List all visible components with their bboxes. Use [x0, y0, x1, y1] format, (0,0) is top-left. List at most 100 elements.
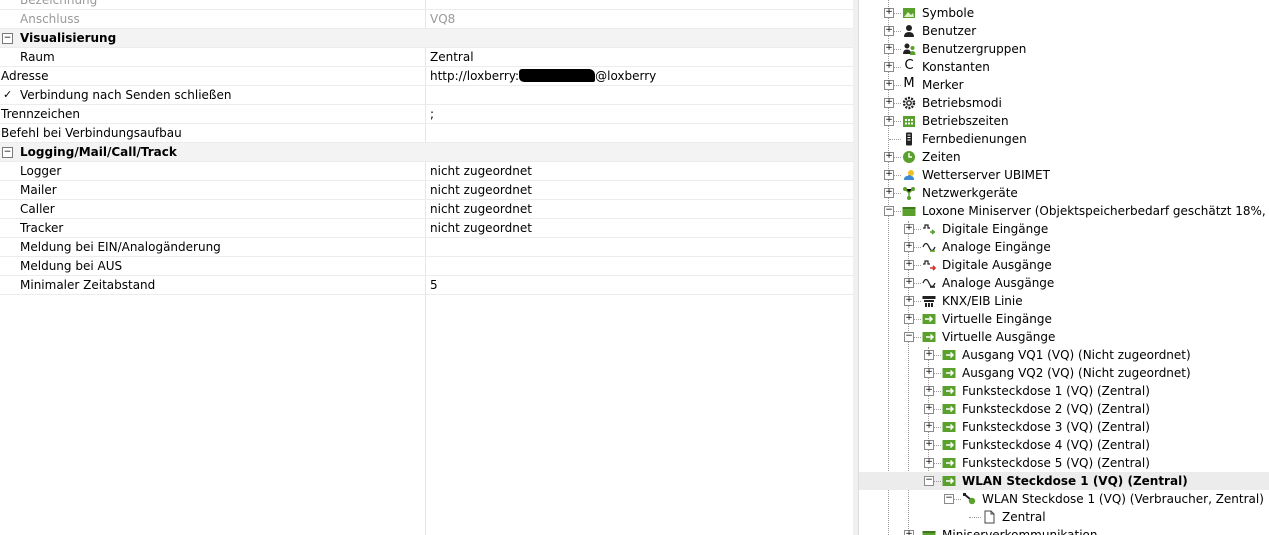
property-row[interactable]: Meldung bei EIN/Analogänderung [0, 238, 853, 257]
expand-icon[interactable]: + [884, 116, 894, 126]
virtual-output-icon [942, 438, 956, 452]
tree-item-label: Ausgang VQ1 (VQ) (Nicht zugeordnet) [962, 348, 1191, 362]
property-row[interactable]: Tracker nicht zugeordnet [0, 219, 853, 238]
property-value-text: VQ8 [430, 12, 456, 26]
property-value[interactable]: ; [430, 107, 434, 121]
expand-icon[interactable]: + [884, 62, 894, 72]
tree-item-label: Virtuelle Ausgänge [942, 330, 1056, 344]
expand-icon[interactable]: + [884, 188, 894, 198]
collapse-icon[interactable]: − [2, 147, 13, 158]
checkmark-icon[interactable]: ✓ [3, 88, 12, 101]
tree-item-label: Benutzer [922, 24, 977, 38]
expand-icon[interactable]: + [884, 98, 894, 108]
virtual-output-icon [942, 420, 956, 434]
calendar-icon [902, 114, 916, 128]
expand-icon[interactable]: + [884, 170, 894, 180]
expand-icon[interactable]: + [884, 44, 894, 54]
tree-item-label: Zentral [1002, 510, 1046, 524]
expand-icon[interactable]: + [884, 152, 894, 162]
property-name: Trennzeichen [1, 107, 81, 121]
expand-icon[interactable]: + [924, 350, 934, 360]
property-row[interactable]: Raum Zentral [0, 48, 853, 67]
network-icon [902, 186, 916, 200]
property-row[interactable]: Befehl bei Verbindungsaufbau [0, 124, 853, 143]
project-tree: + Symbole + Benutzer + Benutzergruppen + C Konst… [858, 0, 1269, 535]
expand-icon[interactable]: + [904, 296, 914, 306]
property-row[interactable]: ✓ Verbindung nach Senden schließen [0, 86, 853, 105]
property-row[interactable]: Meldung bei AUS [0, 257, 853, 276]
property-name: Minimaler Zeitabstand [20, 278, 156, 292]
collapse-icon[interactable]: − [924, 476, 934, 486]
analog-output-icon [922, 276, 936, 290]
expand-icon[interactable]: + [904, 260, 914, 270]
collapse-icon[interactable]: − [2, 33, 13, 44]
expand-icon[interactable]: + [924, 422, 934, 432]
consumer-icon [962, 492, 976, 506]
tree-item-label: Loxone Miniserver (Objektspeicherbedarf … [922, 204, 1269, 218]
virtual-output-icon [922, 330, 936, 344]
property-row[interactable]: Bezeichnung [0, 0, 853, 10]
expand-icon[interactable]: + [924, 368, 934, 378]
tree-item-label: Analoge Eingänge [942, 240, 1051, 254]
expand-icon[interactable]: + [924, 458, 934, 468]
property-name: Logger [20, 164, 62, 178]
tree-item-label: Netzwerkgeräte [922, 186, 1018, 200]
property-row[interactable]: Anschluss VQ8 [0, 10, 853, 29]
property-value-text: nicht zugeordnet [430, 202, 532, 216]
property-value[interactable]: VQ8 [430, 12, 455, 26]
tree-item-label: Miniserverkommunikation [942, 528, 1098, 535]
tree-item-label: KNX/EIB Linie [942, 294, 1023, 308]
property-value-text: nicht zugeordnet [430, 221, 532, 235]
tree-item-label: Konstanten [922, 60, 990, 74]
expand-icon[interactable]: + [904, 224, 914, 234]
expand-icon[interactable]: + [884, 8, 894, 18]
property-value-text: nicht zugeordnet [430, 183, 532, 197]
category-row[interactable]: − Logging/Mail/Call/Track [0, 143, 853, 162]
property-value[interactable]: nicht zugeordnet [430, 221, 532, 235]
property-row[interactable]: Mailer nicht zugeordnet [0, 181, 853, 200]
collapse-icon[interactable]: − [904, 332, 914, 342]
expand-icon[interactable]: + [884, 80, 894, 90]
expand-icon[interactable]: + [904, 278, 914, 288]
expand-icon[interactable]: + [924, 404, 934, 414]
property-value[interactable]: nicht zugeordnet [430, 183, 532, 197]
property-row[interactable]: Logger nicht zugeordnet [0, 162, 853, 181]
property-row[interactable]: Adresse http://loxberry: @loxberry [0, 67, 853, 86]
tree-item-label: Funksteckdose 3 (VQ) (Zentral) [962, 420, 1150, 434]
tree-item-label: Ausgang VQ2 (VQ) (Nicht zugeordnet) [962, 366, 1191, 380]
property-name: Meldung bei AUS [20, 259, 123, 273]
constant-icon: C [904, 58, 914, 73]
analog-input-icon [922, 240, 936, 254]
property-value[interactable]: Zentral [430, 50, 474, 64]
tree-item-label: Funksteckdose 1 (VQ) (Zentral) [962, 384, 1150, 398]
property-value-suffix: @loxberry [595, 69, 657, 83]
digital-input-icon [922, 222, 936, 236]
tree-item[interactable]: − WLAN Steckdose 1 (VQ) (Zentral) [859, 472, 1269, 490]
property-value[interactable]: http://loxberry: @loxberry [430, 69, 656, 83]
property-value[interactable]: 5 [430, 278, 438, 292]
expand-icon[interactable]: + [904, 242, 914, 252]
collapse-icon[interactable]: − [884, 206, 894, 216]
expand-icon[interactable]: + [904, 530, 914, 535]
clock-icon [902, 150, 916, 164]
virtual-output-icon [942, 474, 956, 488]
property-value[interactable]: nicht zugeordnet [430, 202, 532, 216]
tree-item-label: Digitale Eingänge [942, 222, 1049, 236]
expand-icon[interactable]: + [884, 26, 894, 36]
property-row[interactable]: Caller nicht zugeordnet [0, 200, 853, 219]
property-name: Adresse [1, 69, 49, 83]
category-row[interactable]: − Visualisierung [0, 29, 853, 48]
virtual-output-icon [942, 384, 956, 398]
expand-icon[interactable]: + [904, 314, 914, 324]
expand-icon[interactable]: + [924, 386, 934, 396]
tree-item-label: Virtuelle Eingänge [942, 312, 1052, 326]
property-name: Bezeichnung [20, 0, 98, 7]
property-row[interactable]: Trennzeichen; [0, 105, 853, 124]
property-row[interactable]: Minimaler Zeitabstand 5 [0, 276, 853, 295]
expand-icon[interactable]: + [924, 440, 934, 450]
collapse-icon[interactable]: − [944, 494, 954, 504]
property-value[interactable]: nicht zugeordnet [430, 164, 532, 178]
knx-icon [922, 294, 936, 308]
property-value-text: http://loxberry: [430, 69, 520, 83]
property-name: Befehl bei Verbindungsaufbau [1, 126, 182, 140]
